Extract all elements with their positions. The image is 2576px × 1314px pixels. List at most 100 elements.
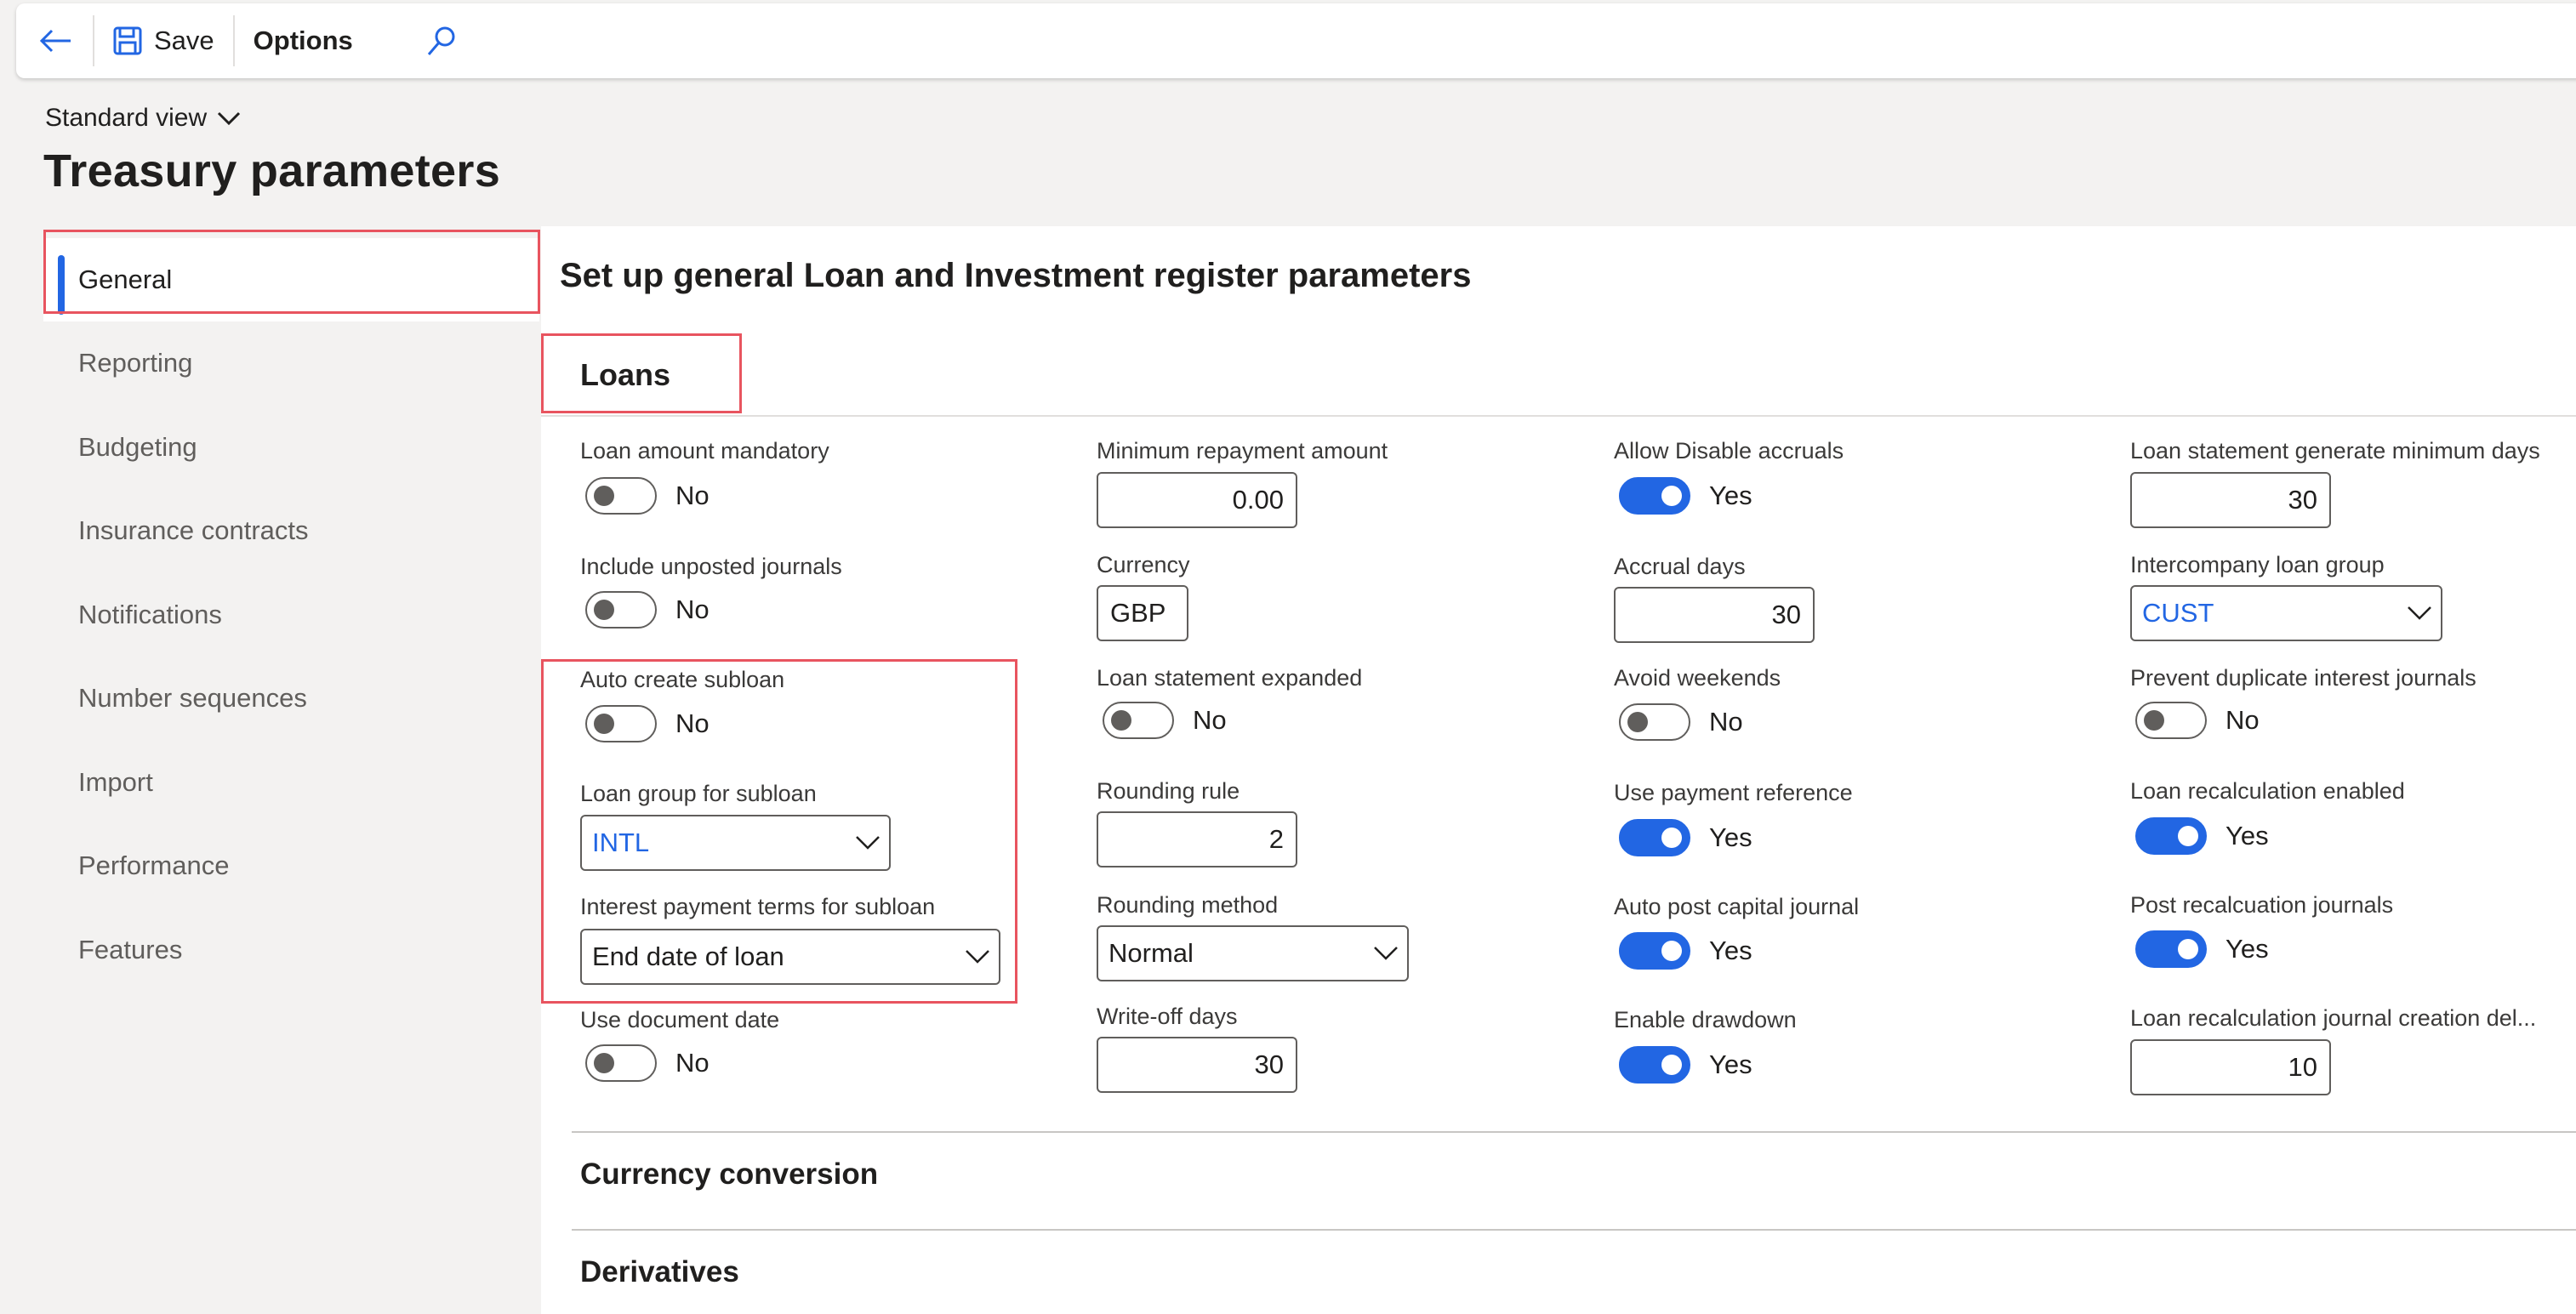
sidebar-item-label: Insurance contracts — [78, 515, 309, 545]
sidebar-item-reporting[interactable]: Reporting — [43, 321, 539, 405]
statement-expanded-label: Loan statement expanded — [1097, 665, 1363, 691]
active-indicator — [58, 255, 65, 315]
statement-min-days-label: Loan statement generate minimum days — [2130, 438, 2540, 464]
toggle-track — [2135, 817, 2207, 855]
allow-disable-accruals-toggle[interactable]: Yes — [1619, 477, 1752, 515]
currency-label: Currency — [1097, 552, 1190, 577]
prevent-duplicate-label: Prevent duplicate interest journals — [2130, 665, 2476, 691]
toggle-track — [1619, 932, 1690, 970]
toggle-value: Yes — [2226, 821, 2269, 850]
options-button[interactable]: Options — [235, 3, 372, 78]
toggle-track — [2135, 930, 2207, 968]
use-document-date-toggle[interactable]: No — [585, 1044, 710, 1082]
include-unposted-journals-toggle[interactable]: No — [585, 591, 710, 629]
command-bar: Save Options — [16, 3, 2576, 78]
use-payment-reference-toggle[interactable]: Yes — [1619, 819, 1752, 856]
chevron-down-icon — [966, 950, 989, 964]
auto-create-subloan-toggle[interactable]: No — [585, 705, 710, 742]
sidebar-item-general[interactable]: General — [43, 238, 539, 321]
auto-create-subloan-label: Auto create subloan — [580, 667, 785, 692]
min-repayment-input[interactable]: 0.00 — [1097, 472, 1297, 528]
input-value: 2 — [1268, 824, 1284, 854]
currency-conversion-header[interactable]: Currency conversion — [580, 1158, 878, 1192]
recalc-enabled-label: Loan recalculation enabled — [2130, 778, 2405, 804]
recalc-delay-input[interactable]: 10 — [2130, 1039, 2331, 1095]
sidebar-item-label: Notifications — [78, 600, 222, 629]
toggle-track — [585, 477, 657, 515]
include-unposted-journals-label: Include unposted journals — [580, 554, 842, 579]
toggle-track — [1619, 1046, 1690, 1084]
sidebar-item-label: General — [78, 265, 173, 294]
rounding-method-select[interactable]: Normal — [1097, 925, 1409, 981]
enable-drawdown-label: Enable drawdown — [1614, 1007, 1797, 1032]
loan-group-subloan-select[interactable]: INTL — [580, 815, 891, 871]
use-payment-reference-label: Use payment reference — [1614, 780, 1853, 805]
post-recalc-label: Post recalcuation journals — [2130, 892, 2394, 918]
use-document-date-label: Use document date — [580, 1007, 780, 1032]
sidebar: General Reporting Budgeting Insurance co… — [43, 226, 539, 1314]
view-selector[interactable]: Standard view — [45, 104, 241, 133]
min-repayment-label: Minimum repayment amount — [1097, 438, 1388, 464]
sidebar-item-label: Import — [78, 767, 153, 797]
toggle-value: Yes — [1709, 481, 1752, 510]
sidebar-item-notifications[interactable]: Notifications — [43, 573, 539, 657]
post-recalc-toggle[interactable]: Yes — [2135, 930, 2269, 968]
select-value: INTL — [592, 828, 650, 857]
rounding-rule-input[interactable]: 2 — [1097, 811, 1297, 867]
toggle-track — [585, 591, 657, 629]
toggle-value: No — [1709, 707, 1743, 737]
input-value: 10 — [2288, 1052, 2317, 1082]
toggle-value: No — [675, 594, 710, 624]
avoid-weekends-toggle[interactable]: No — [1619, 703, 1743, 741]
save-button[interactable]: Save — [94, 3, 233, 78]
recalc-delay-label: Loan recalculation journal creation del.… — [2130, 1005, 2537, 1031]
recalc-enabled-toggle[interactable]: Yes — [2135, 817, 2269, 855]
search-button[interactable] — [406, 3, 477, 78]
input-value: GBP — [1110, 598, 1166, 628]
toggle-track — [585, 705, 657, 742]
sidebar-item-budgeting[interactable]: Budgeting — [43, 406, 539, 489]
toggle-value: No — [2226, 705, 2260, 735]
writeoff-days-input[interactable]: 30 — [1097, 1037, 1297, 1093]
toggle-track — [1103, 702, 1174, 739]
sidebar-item-label: Number sequences — [78, 683, 307, 713]
sidebar-item-label: Reporting — [78, 348, 193, 378]
toggle-track — [1619, 819, 1690, 856]
toggle-track — [585, 1044, 657, 1082]
sidebar-item-number-sequences[interactable]: Number sequences — [43, 657, 539, 740]
chevron-down-icon — [2408, 606, 2431, 620]
prevent-duplicate-toggle[interactable]: No — [2135, 702, 2260, 739]
chevron-down-icon — [1374, 947, 1398, 960]
loan-amount-mandatory-toggle[interactable]: No — [585, 477, 710, 515]
interest-terms-subloan-select[interactable]: End date of loan — [580, 929, 1000, 985]
statement-min-days-input[interactable]: 30 — [2130, 472, 2331, 528]
sidebar-item-insurance-contracts[interactable]: Insurance contracts — [43, 489, 539, 572]
select-value: End date of loan — [592, 941, 784, 971]
tab-loans[interactable]: Loans — [580, 357, 670, 393]
back-button[interactable] — [16, 3, 93, 78]
intercompany-group-select[interactable]: CUST — [2130, 585, 2442, 641]
section-title: Set up general Loan and Investment regis… — [560, 257, 1472, 294]
sidebar-item-features[interactable]: Features — [43, 908, 539, 992]
enable-drawdown-toggle[interactable]: Yes — [1619, 1046, 1752, 1084]
section-divider — [572, 1229, 2576, 1231]
auto-post-capital-toggle[interactable]: Yes — [1619, 932, 1752, 970]
save-label: Save — [154, 26, 214, 55]
loan-group-subloan-label: Loan group for subloan — [580, 781, 817, 806]
currency-input[interactable]: GBP — [1097, 585, 1188, 641]
sidebar-item-import[interactable]: Import — [43, 741, 539, 824]
intercompany-group-label: Intercompany loan group — [2130, 552, 2385, 577]
chevron-down-icon — [218, 111, 241, 126]
toggle-value: Yes — [2226, 934, 2269, 964]
sidebar-item-performance[interactable]: Performance — [43, 824, 539, 907]
derivatives-header[interactable]: Derivatives — [580, 1255, 739, 1289]
main-content: Set up general Loan and Investment regis… — [541, 226, 2576, 1314]
toggle-value: Yes — [1709, 936, 1752, 965]
accrual-days-label: Accrual days — [1614, 554, 1746, 579]
accrual-days-input[interactable]: 30 — [1614, 587, 1815, 643]
statement-expanded-toggle[interactable]: No — [1103, 702, 1227, 739]
chevron-down-icon — [856, 836, 880, 850]
toggle-value: No — [675, 481, 710, 510]
writeoff-days-label: Write-off days — [1097, 1004, 1238, 1029]
search-icon — [427, 26, 455, 55]
